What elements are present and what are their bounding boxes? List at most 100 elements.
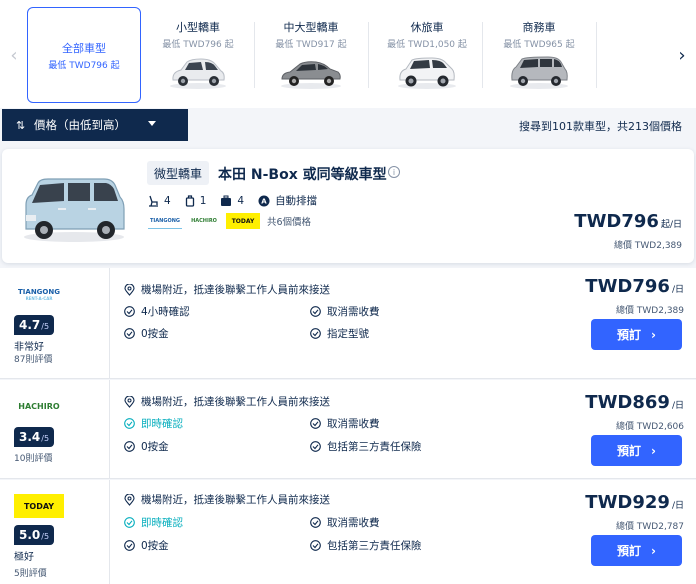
scroll-right-arrow-icon[interactable]: › bbox=[672, 40, 692, 70]
midsize-car-image bbox=[281, 61, 341, 89]
review-count[interactable]: 5則評價 bbox=[14, 566, 47, 579]
divider bbox=[254, 22, 255, 88]
car-summary-card[interactable]: 微型轎車 本田 N-Box 或同等級車型 i 4 1 4 A 自動排擋 TIAN… bbox=[2, 149, 694, 263]
luggage-value: 4 bbox=[237, 194, 245, 207]
check-circle-icon bbox=[124, 418, 135, 429]
check-circle-icon bbox=[310, 517, 321, 528]
divider bbox=[482, 22, 483, 88]
feature-text: 取消需收費 bbox=[327, 418, 380, 430]
rating-badge: 4.7 /5 bbox=[14, 315, 55, 335]
info-icon[interactable]: i bbox=[388, 166, 400, 178]
tiangong-logo: TIANGONG bbox=[148, 213, 182, 229]
offer-row: TIANGONG RENT-A-CAR 4.7 /5 非常好 87則評價 機場附… bbox=[0, 268, 696, 379]
offer-total-price: 總價 TWD2,787 bbox=[616, 522, 684, 532]
offer-total-price: 總價 TWD2,606 bbox=[616, 422, 684, 432]
offer-price-unit: /日 bbox=[671, 285, 684, 295]
feature-text: 0按金 bbox=[141, 540, 169, 552]
vendor-column: TODAY 5.0 /5 極好 5則評價 bbox=[0, 480, 110, 584]
card-price: TWD796 起/日 bbox=[574, 211, 682, 232]
rating-score: 5.0 bbox=[19, 528, 41, 542]
chevron-right-icon: › bbox=[651, 327, 656, 342]
tiangong-logo: TIANGONG RENT-A-CAR bbox=[14, 282, 64, 306]
feature-insurance: 包括第三方責任保險 bbox=[310, 439, 422, 454]
vendor-subname: RENT-A-CAR bbox=[25, 295, 53, 301]
divider bbox=[596, 22, 597, 88]
offer-price-unit: /日 bbox=[671, 401, 684, 411]
offer-price-value: TWD929 bbox=[585, 492, 670, 513]
page: ‹ 全部車型 最低 TWD796 起 小型轎車 最低 TWD796 起 中大型轎… bbox=[0, 0, 696, 584]
rating-max: /5 bbox=[41, 434, 50, 443]
feature-cancel: 取消需收費 bbox=[310, 304, 380, 319]
feature-model: 指定型號 bbox=[310, 326, 369, 341]
card-price-value: TWD796 bbox=[574, 211, 659, 232]
spec-doors: 1 bbox=[185, 194, 206, 207]
spec-seats: 4 bbox=[148, 195, 171, 207]
car-class-badge: 微型轎車 bbox=[147, 161, 210, 185]
seat-icon bbox=[149, 195, 158, 207]
spec-transmission: A 自動排擋 bbox=[258, 193, 317, 208]
hachiro-logo: HACHIRO bbox=[191, 218, 217, 224]
pickup-text: 機場附近，抵達後聯繫工作人員前來接送 bbox=[141, 396, 330, 408]
transmission-value: 自動排擋 bbox=[275, 195, 318, 207]
category-all[interactable]: 全部車型 最低 TWD796 起 bbox=[27, 7, 141, 103]
feature-text: 0按金 bbox=[141, 328, 169, 340]
offer-total-price: 總價 TWD2,389 bbox=[616, 306, 684, 316]
check-circle-icon bbox=[124, 517, 135, 528]
check-circle-icon bbox=[310, 328, 321, 339]
chevron-right-icon: › bbox=[651, 443, 656, 458]
review-count[interactable]: 87則評價 bbox=[14, 352, 52, 365]
feature-text: 包括第三方責任保險 bbox=[327, 441, 422, 453]
rating-badge: 3.4 /5 bbox=[14, 427, 55, 447]
scroll-left-arrow-icon[interactable]: ‹ bbox=[4, 40, 24, 70]
card-price-unit: 起/日 bbox=[660, 220, 682, 230]
location-pin-icon bbox=[124, 283, 135, 296]
feature-text: 取消需收費 bbox=[327, 517, 380, 529]
book-button[interactable]: 預訂 › bbox=[591, 435, 682, 466]
feature-confirm: 即時確認 bbox=[124, 416, 183, 431]
rating-label: 非常好 bbox=[14, 342, 44, 353]
feature-text: 取消需收費 bbox=[327, 306, 380, 318]
offer-price: TWD869 /日 bbox=[585, 392, 684, 413]
book-button[interactable]: 預訂 › bbox=[591, 319, 682, 350]
category-mpv[interactable]: 商務車 最低 TWD965 起 bbox=[488, 7, 590, 103]
category-price: 最低 TWD965 起 bbox=[503, 40, 575, 50]
book-label: 預訂 bbox=[617, 444, 642, 458]
car-category-strip: ‹ 全部車型 最低 TWD796 起 小型轎車 最低 TWD796 起 中大型轎… bbox=[0, 0, 696, 108]
check-circle-icon bbox=[310, 306, 321, 317]
category-suv[interactable]: 休旅車 最低 TWD1,050 起 bbox=[377, 7, 477, 103]
pickup-info: 機場附近，抵達後聯繫工作人員前來接送 bbox=[124, 492, 330, 507]
offer-price: TWD929 /日 bbox=[585, 492, 684, 513]
sort-bar: ⇅ 價格（由低到高） 搜尋到101款車型，共213個價格 bbox=[0, 108, 696, 142]
pickup-info: 機場附近，抵達後聯繫工作人員前來接送 bbox=[124, 282, 330, 297]
category-name: 小型轎車 bbox=[176, 21, 220, 34]
check-circle-icon bbox=[124, 328, 135, 339]
feature-text: 即時確認 bbox=[141, 517, 183, 529]
feature-confirm: 4小時確認 bbox=[124, 304, 190, 319]
category-name: 休旅車 bbox=[410, 21, 444, 34]
sort-dropdown-button[interactable]: ⇅ 價格（由低到高） bbox=[2, 109, 188, 141]
feature-insurance: 包括第三方責任保險 bbox=[310, 538, 422, 553]
check-circle-icon bbox=[124, 540, 135, 551]
category-midsize[interactable]: 中大型轎車 最低 TWD917 起 bbox=[262, 7, 360, 103]
check-circle-icon bbox=[310, 540, 321, 551]
compact-car-image bbox=[170, 58, 226, 89]
svg-text:A: A bbox=[261, 197, 267, 205]
feature-text: 包括第三方責任保險 bbox=[327, 540, 422, 552]
review-count[interactable]: 10則評價 bbox=[14, 451, 52, 464]
sort-label: 價格（由低到高） bbox=[34, 118, 126, 132]
feature-cancel: 取消需收費 bbox=[310, 515, 380, 530]
luggage-large-icon bbox=[221, 195, 232, 206]
feature-text: 指定型號 bbox=[327, 328, 369, 340]
vendor-logos: TIANGONG HACHIRO TODAY 共6個價格 bbox=[148, 213, 311, 229]
feature-cancel: 取消需收費 bbox=[310, 416, 380, 431]
feature-text: 0按金 bbox=[141, 441, 169, 453]
pickup-info: 機場附近，抵達後聯繫工作人員前來接送 bbox=[124, 394, 330, 409]
vendor-column: HACHIRO 3.4 /5 10則評價 bbox=[0, 380, 110, 478]
feature-deposit: 0按金 bbox=[124, 326, 169, 341]
check-circle-icon bbox=[124, 441, 135, 452]
category-compact[interactable]: 小型轎車 最低 TWD796 起 bbox=[152, 7, 244, 103]
luggage-small-icon bbox=[185, 194, 194, 207]
automatic-transmission-icon: A bbox=[258, 195, 270, 206]
book-button[interactable]: 預訂 › bbox=[591, 535, 682, 566]
category-price: 最低 TWD917 起 bbox=[275, 40, 347, 50]
